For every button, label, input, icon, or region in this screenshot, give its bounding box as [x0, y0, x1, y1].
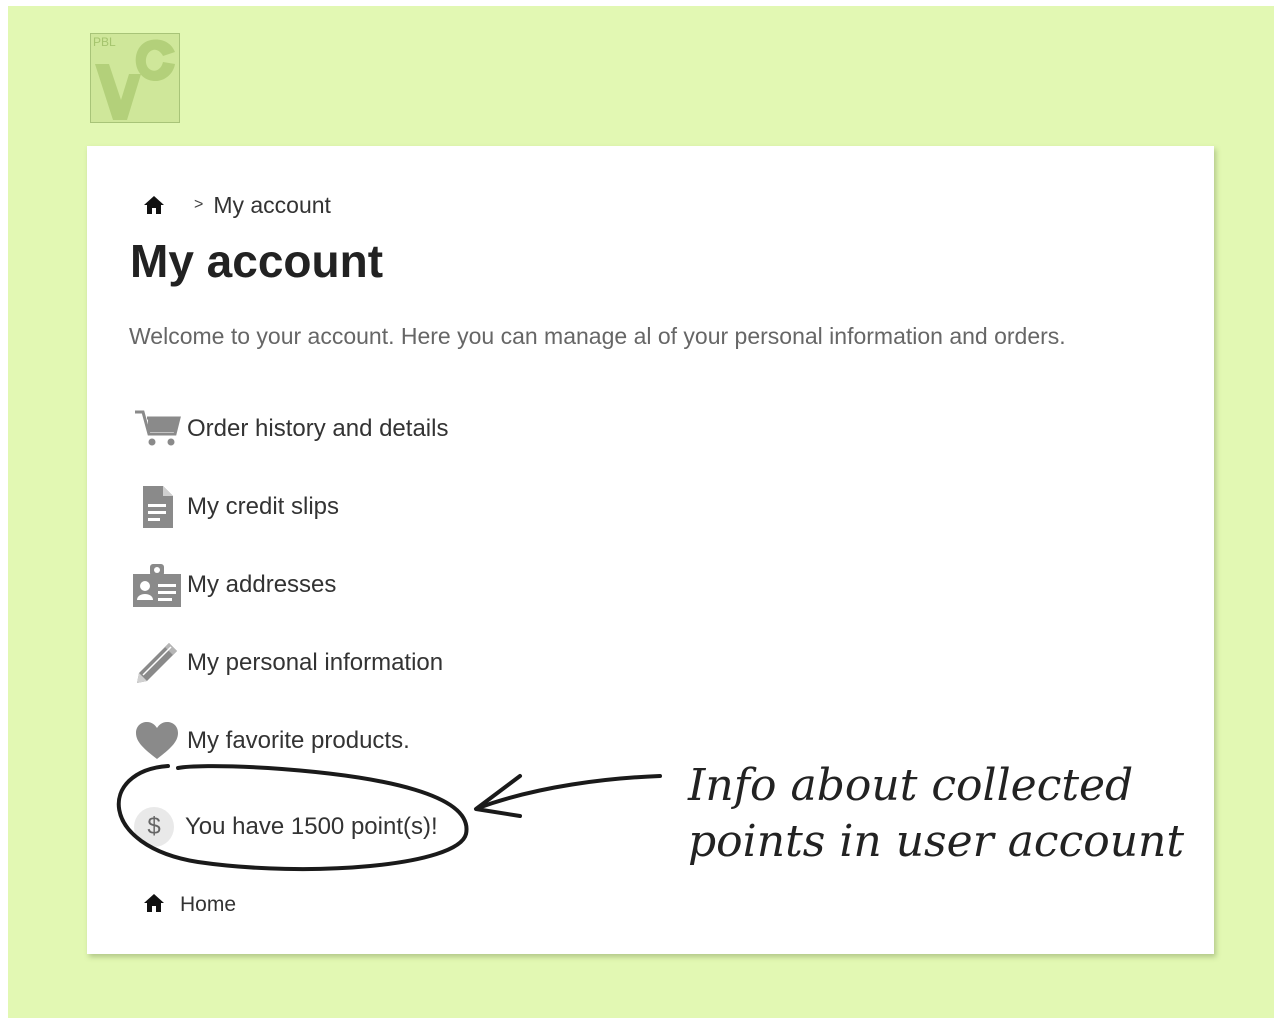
- dollar-icon: $: [134, 807, 174, 847]
- address-card-icon: [131, 560, 183, 610]
- annotation-line-1: Info about collected: [688, 760, 1134, 811]
- cart-icon: [131, 404, 183, 454]
- breadcrumb-current: My account: [213, 191, 331, 218]
- menu-item-addresses[interactable]: My addresses: [129, 560, 336, 610]
- menu-item-label: My personal information: [187, 649, 444, 676]
- pencil-icon: [131, 638, 183, 688]
- page-title: My account: [130, 235, 384, 287]
- menu-item-personal-information[interactable]: My personal information: [129, 638, 443, 688]
- menu-item-credit-slips[interactable]: My credit slips: [129, 482, 339, 532]
- home-icon: [142, 891, 166, 920]
- annotation-line-2: points in user account: [688, 816, 1185, 867]
- home-icon[interactable]: [142, 193, 166, 217]
- loyalty-points-info: $ You have 1500 point(s)!: [129, 802, 438, 852]
- menu-item-label: My favorite products.: [187, 727, 410, 754]
- home-link-label: Home: [180, 893, 237, 916]
- menu-item-label: My credit slips: [187, 493, 340, 520]
- svg-text:PBL: PBL: [93, 35, 116, 49]
- breadcrumb-separator: >: [194, 196, 204, 213]
- heart-icon: [131, 716, 183, 766]
- menu-item-favorite-products[interactable]: My favorite products.: [129, 716, 410, 766]
- menu-item-label: Order history and details: [187, 415, 449, 442]
- breadcrumb: > My account: [142, 190, 331, 220]
- page-background: PBL > My account My account Welcome to y…: [8, 6, 1274, 1018]
- site-logo[interactable]: PBL: [90, 33, 180, 123]
- menu-item-order-history[interactable]: Order history and details: [129, 404, 448, 454]
- points-text: You have 1500 point(s)!: [185, 813, 438, 840]
- document-icon: [131, 482, 183, 532]
- logo-icon: PBL: [91, 34, 179, 122]
- menu-item-label: My addresses: [187, 571, 337, 598]
- welcome-text: Welcome to your account. Here you can ma…: [129, 323, 1066, 349]
- home-link[interactable]: Home: [142, 890, 236, 920]
- annotation-text: Info about collected points in user acco…: [688, 758, 1184, 870]
